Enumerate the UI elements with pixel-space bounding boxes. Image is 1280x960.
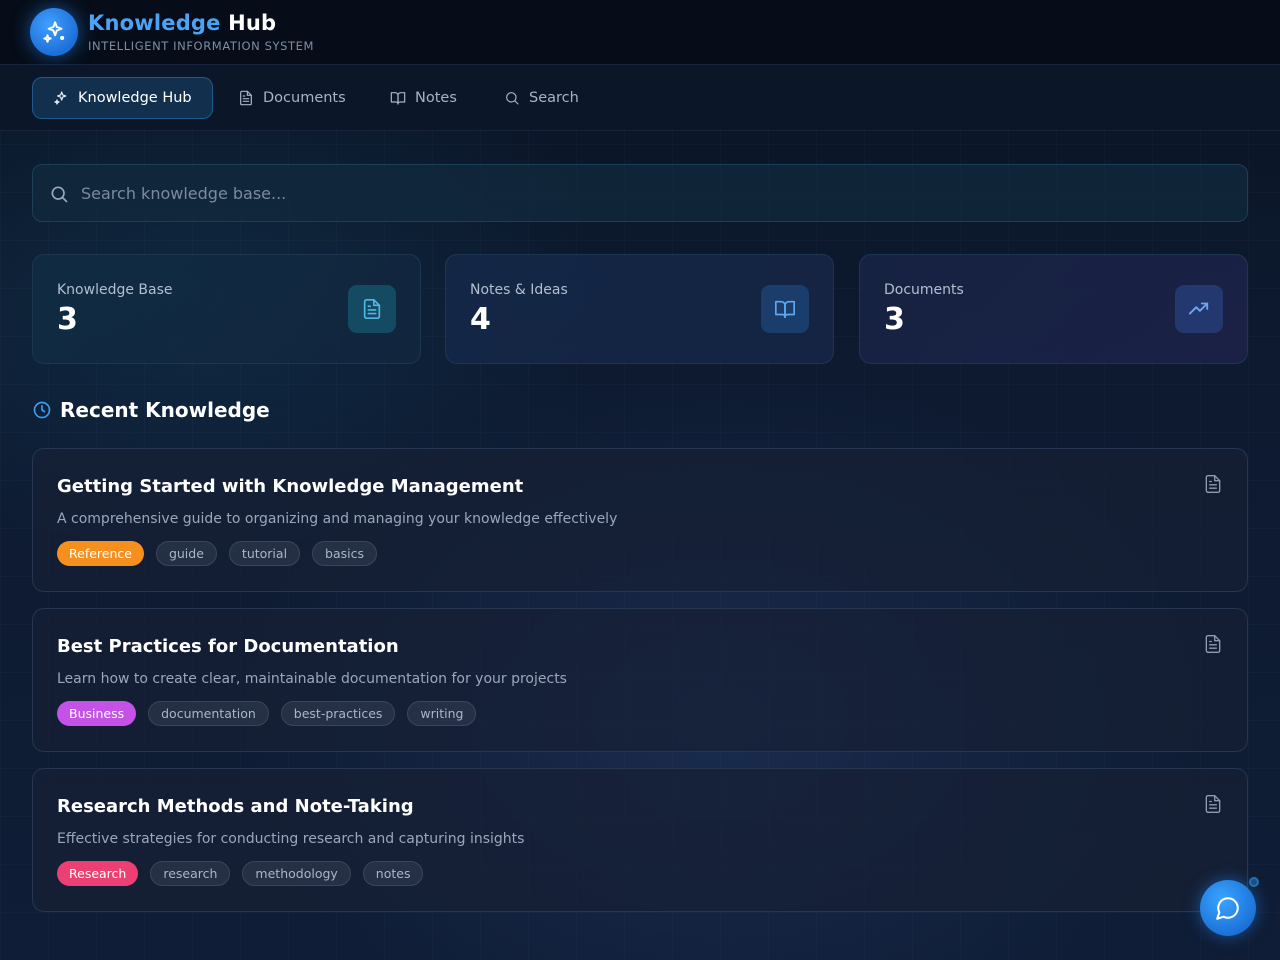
tab-documents[interactable]: Documents — [218, 77, 366, 119]
tag[interactable]: tutorial — [228, 541, 301, 566]
app-subtitle: INTELLIGENT INFORMATION SYSTEM — [88, 39, 315, 53]
app-title-rest: Hub — [220, 11, 277, 35]
stat-value: 4 — [470, 302, 491, 337]
search-bar — [32, 164, 1248, 222]
book-open-icon — [390, 92, 406, 105]
stat-card-documents[interactable]: Documents 3 — [859, 254, 1248, 364]
chat-bubble-icon — [1216, 897, 1239, 920]
tab-label: Documents — [263, 90, 346, 106]
tag[interactable]: methodology — [242, 861, 351, 886]
tab-label: Knowledge Hub — [78, 90, 192, 106]
card-title: Best Practices for Documentation — [57, 636, 399, 657]
tab-label: Search — [529, 90, 579, 106]
sparkles-icon — [54, 91, 67, 105]
card-description: Learn how to create clear, maintainable … — [57, 671, 567, 687]
search-icon — [506, 92, 519, 105]
stat-label: Knowledge Base — [57, 282, 173, 298]
card-title: Research Methods and Note-Taking — [57, 796, 414, 817]
app-title-accent: Knowledge — [88, 11, 221, 35]
card-description: A comprehensive guide to organizing and … — [57, 511, 618, 527]
stat-card-notes-ideas[interactable]: Notes & Ideas 4 — [445, 254, 834, 364]
tag[interactable]: documentation — [148, 701, 269, 726]
search-icon — [51, 186, 68, 203]
tag[interactable]: best-practices — [280, 701, 396, 726]
knowledge-card[interactable]: Best Practices for Documentation Learn h… — [32, 608, 1248, 752]
clock-icon — [33, 401, 51, 419]
tag-list: Business documentation best-practices wr… — [57, 701, 477, 726]
stat-card-knowledge-base[interactable]: Knowledge Base 3 — [32, 254, 421, 364]
tag[interactable]: writing — [407, 701, 477, 726]
tag[interactable]: notes — [362, 861, 424, 886]
book-open-icon — [775, 300, 795, 319]
tab-notes[interactable]: Notes — [370, 77, 477, 119]
stat-label: Documents — [884, 282, 964, 298]
knowledge-card[interactable]: Research Methods and Note-Taking Effecti… — [32, 768, 1248, 912]
tag-list: Research research methodology notes — [57, 861, 424, 886]
document-icon — [363, 299, 381, 319]
tab-knowledge-hub[interactable]: Knowledge Hub — [32, 77, 213, 119]
tag-list: Reference guide tutorial basics — [57, 541, 378, 566]
stat-icon-box — [1175, 285, 1223, 333]
category-badge[interactable]: Business — [57, 701, 137, 726]
stat-value: 3 — [884, 302, 905, 337]
knowledge-card[interactable]: Getting Started with Knowledge Managemen… — [32, 448, 1248, 592]
tag[interactable]: basics — [312, 541, 378, 566]
tab-search[interactable]: Search — [484, 77, 599, 119]
document-icon[interactable] — [1203, 473, 1223, 495]
chat-status-dot — [1249, 877, 1259, 887]
stat-icon-box — [348, 285, 396, 333]
main-nav: Knowledge Hub Documents Notes Search — [0, 65, 1280, 131]
chat-button[interactable] — [1200, 880, 1256, 936]
tab-label: Notes — [415, 90, 457, 106]
search-input[interactable] — [81, 165, 1231, 221]
stat-icon-box — [761, 285, 809, 333]
section-title: Recent Knowledge — [60, 398, 270, 422]
document-icon — [240, 90, 252, 106]
stat-value: 3 — [57, 302, 78, 337]
tag[interactable]: research — [150, 861, 231, 886]
document-icon[interactable] — [1203, 633, 1223, 655]
app-header: Knowledge Hub INTELLIGENT INFORMATION SY… — [0, 0, 1280, 65]
app-logo[interactable] — [30, 8, 78, 56]
tag[interactable]: guide — [155, 541, 217, 566]
category-badge[interactable]: Reference — [57, 541, 144, 566]
card-description: Effective strategies for conducting rese… — [57, 831, 525, 847]
document-icon[interactable] — [1203, 793, 1223, 815]
category-badge[interactable]: Research — [57, 861, 139, 886]
card-title: Getting Started with Knowledge Managemen… — [57, 476, 524, 497]
trending-up-icon — [1188, 302, 1209, 315]
app-title: Knowledge Hub — [88, 11, 276, 35]
stat-label: Notes & Ideas — [470, 282, 568, 298]
sparkles-icon — [43, 21, 65, 43]
